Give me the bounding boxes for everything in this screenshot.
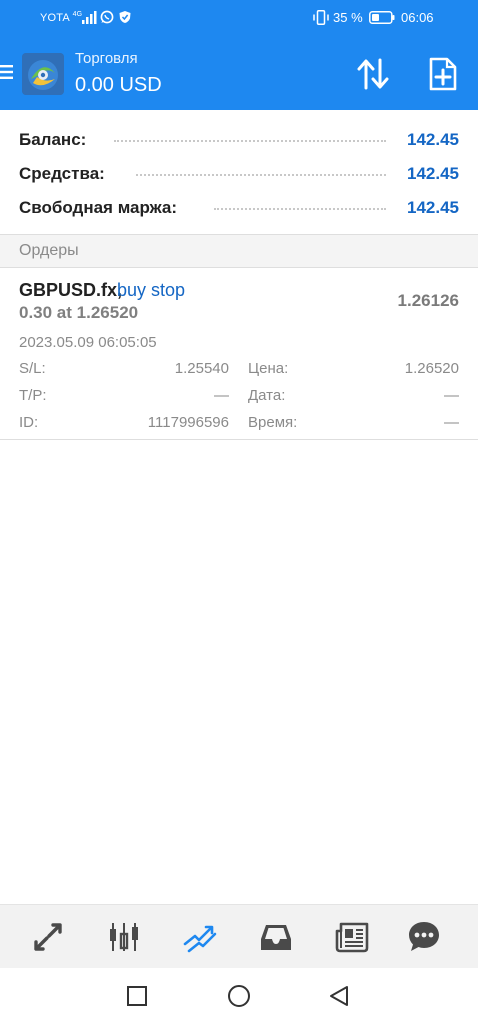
- system-nav-bar: [0, 968, 478, 1024]
- free-margin-row: Свободная маржа: 142.45: [0, 190, 478, 224]
- tab-chart[interactable]: [106, 919, 142, 955]
- price-value: 1.26520: [404, 360, 459, 377]
- time-value: —: [444, 414, 459, 431]
- order-item[interactable]: GBPUSD.fx, buy stop 0.30 at 1.26520 1.26…: [0, 268, 478, 440]
- tp-label: T/P:: [19, 387, 47, 404]
- battery-percent: 35 %: [333, 10, 363, 25]
- dotted-leader: [214, 207, 386, 210]
- header-balance: 0.00 USD: [75, 74, 162, 96]
- trade-trend-icon: [183, 925, 217, 953]
- candlestick-chart-icon: [110, 923, 138, 951]
- order-type: buy stop: [117, 280, 186, 300]
- clock: 06:06: [401, 10, 434, 25]
- inbox-tray-icon: [261, 925, 291, 950]
- order-open-time: 2023.05.09 06:05:05: [19, 334, 157, 351]
- chat-bubble-icon: [409, 922, 439, 951]
- tab-quotes[interactable]: [30, 919, 66, 955]
- date-label: Дата:: [248, 387, 286, 404]
- app-header: YOTA 4G 35 % 06:06 Торговля 0.00 USD: [0, 0, 478, 110]
- id-label: ID:: [19, 414, 39, 431]
- newspaper-icon: [335, 922, 369, 953]
- whatsapp-icon: [100, 10, 114, 24]
- balance-label: Баланс:: [19, 130, 91, 150]
- recent-apps-icon[interactable]: [125, 984, 149, 1008]
- sl-label: S/L:: [19, 360, 46, 377]
- sl-value: 1.25540: [174, 360, 229, 377]
- signal-icon: [82, 11, 97, 24]
- back-icon[interactable]: [327, 984, 351, 1008]
- tp-value: —: [214, 387, 229, 404]
- tab-trade[interactable]: [182, 919, 218, 955]
- tab-history[interactable]: [258, 919, 294, 955]
- tab-messages[interactable]: [406, 919, 442, 955]
- id-value: 1117996596: [147, 414, 229, 431]
- network-type: 4G: [72, 11, 83, 18]
- order-current-price: 1.26126: [397, 291, 459, 310]
- time-label: Время:: [248, 414, 298, 431]
- balance-value: 142.45: [407, 130, 459, 149]
- status-bar: YOTA 4G 35 % 06:06: [0, 0, 478, 36]
- equity-row: Средства: 142.45: [0, 156, 478, 190]
- free-margin-value: 142.45: [407, 198, 459, 217]
- vibrate-icon: [313, 10, 329, 25]
- sort-arrows-icon[interactable]: [355, 57, 391, 91]
- tab-news[interactable]: [334, 919, 370, 955]
- date-value: —: [444, 387, 459, 404]
- home-icon[interactable]: [227, 984, 251, 1008]
- carrier-label: YOTA 4G: [40, 11, 83, 24]
- equity-value: 142.45: [407, 164, 459, 183]
- orders-section-title: Ордеры: [19, 242, 79, 259]
- battery-icon: [369, 11, 395, 24]
- equity-label: Средства:: [19, 164, 109, 184]
- order-symbol: GBPUSD.fx,: [19, 280, 123, 300]
- new-order-icon[interactable]: [426, 56, 460, 92]
- balance-row: Баланс: 142.45: [0, 122, 478, 156]
- orders-section-header: Ордеры: [0, 235, 478, 268]
- dotted-leader: [136, 173, 386, 176]
- order-volume-price: 0.30 at 1.26520: [19, 303, 139, 322]
- bottom-tab-bar: [0, 904, 478, 968]
- free-margin-label: Свободная маржа:: [19, 198, 182, 218]
- account-summary: Баланс: 142.45 Средства: 142.45 Свободна…: [0, 110, 478, 235]
- price-label: Цена:: [248, 360, 289, 377]
- dotted-leader: [114, 139, 386, 142]
- metatrader-logo[interactable]: [22, 53, 64, 95]
- quotes-arrows-icon: [34, 923, 62, 951]
- menu-icon[interactable]: [0, 64, 14, 80]
- shield-icon: [119, 11, 131, 23]
- page-title: Торговля: [75, 50, 138, 67]
